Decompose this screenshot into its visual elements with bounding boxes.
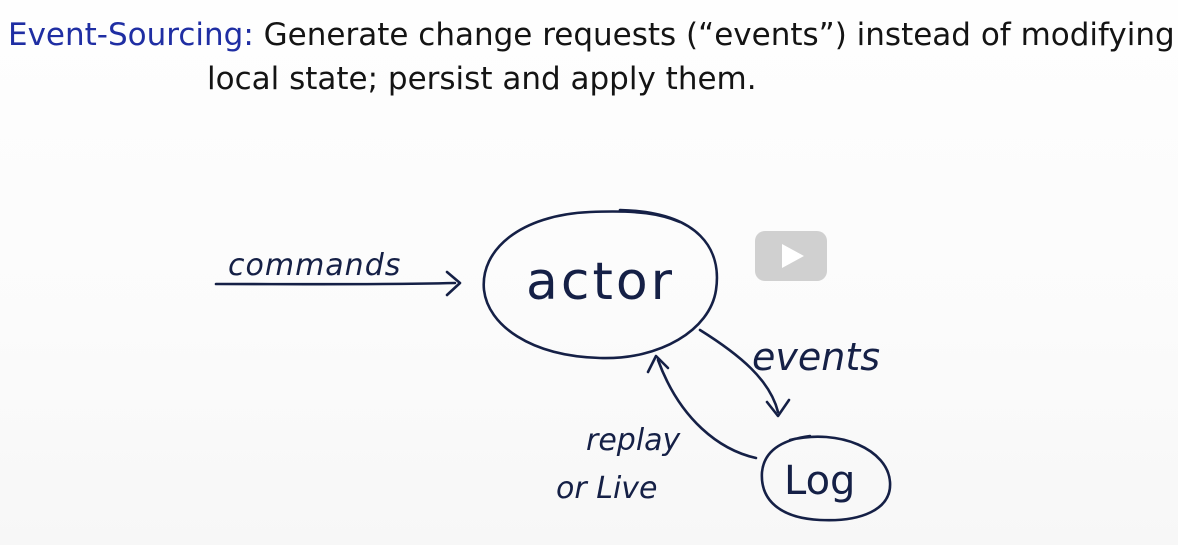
play-icon [782,244,804,268]
log-label: Log [784,458,855,504]
actor-label: actor [526,252,675,312]
log-node: Log [760,434,892,522]
replay-label: replay [586,423,682,458]
actor-node: actor [482,208,719,360]
live-label: or Live [556,471,657,506]
commands-label: commands [228,248,401,283]
play-button[interactable] [755,231,827,281]
event-sourcing-diagram: commands actor events replay or Live Log [214,208,892,522]
events-label: events [752,335,880,379]
slide: Event-Sourcing: Generate change requests… [0,0,1178,545]
